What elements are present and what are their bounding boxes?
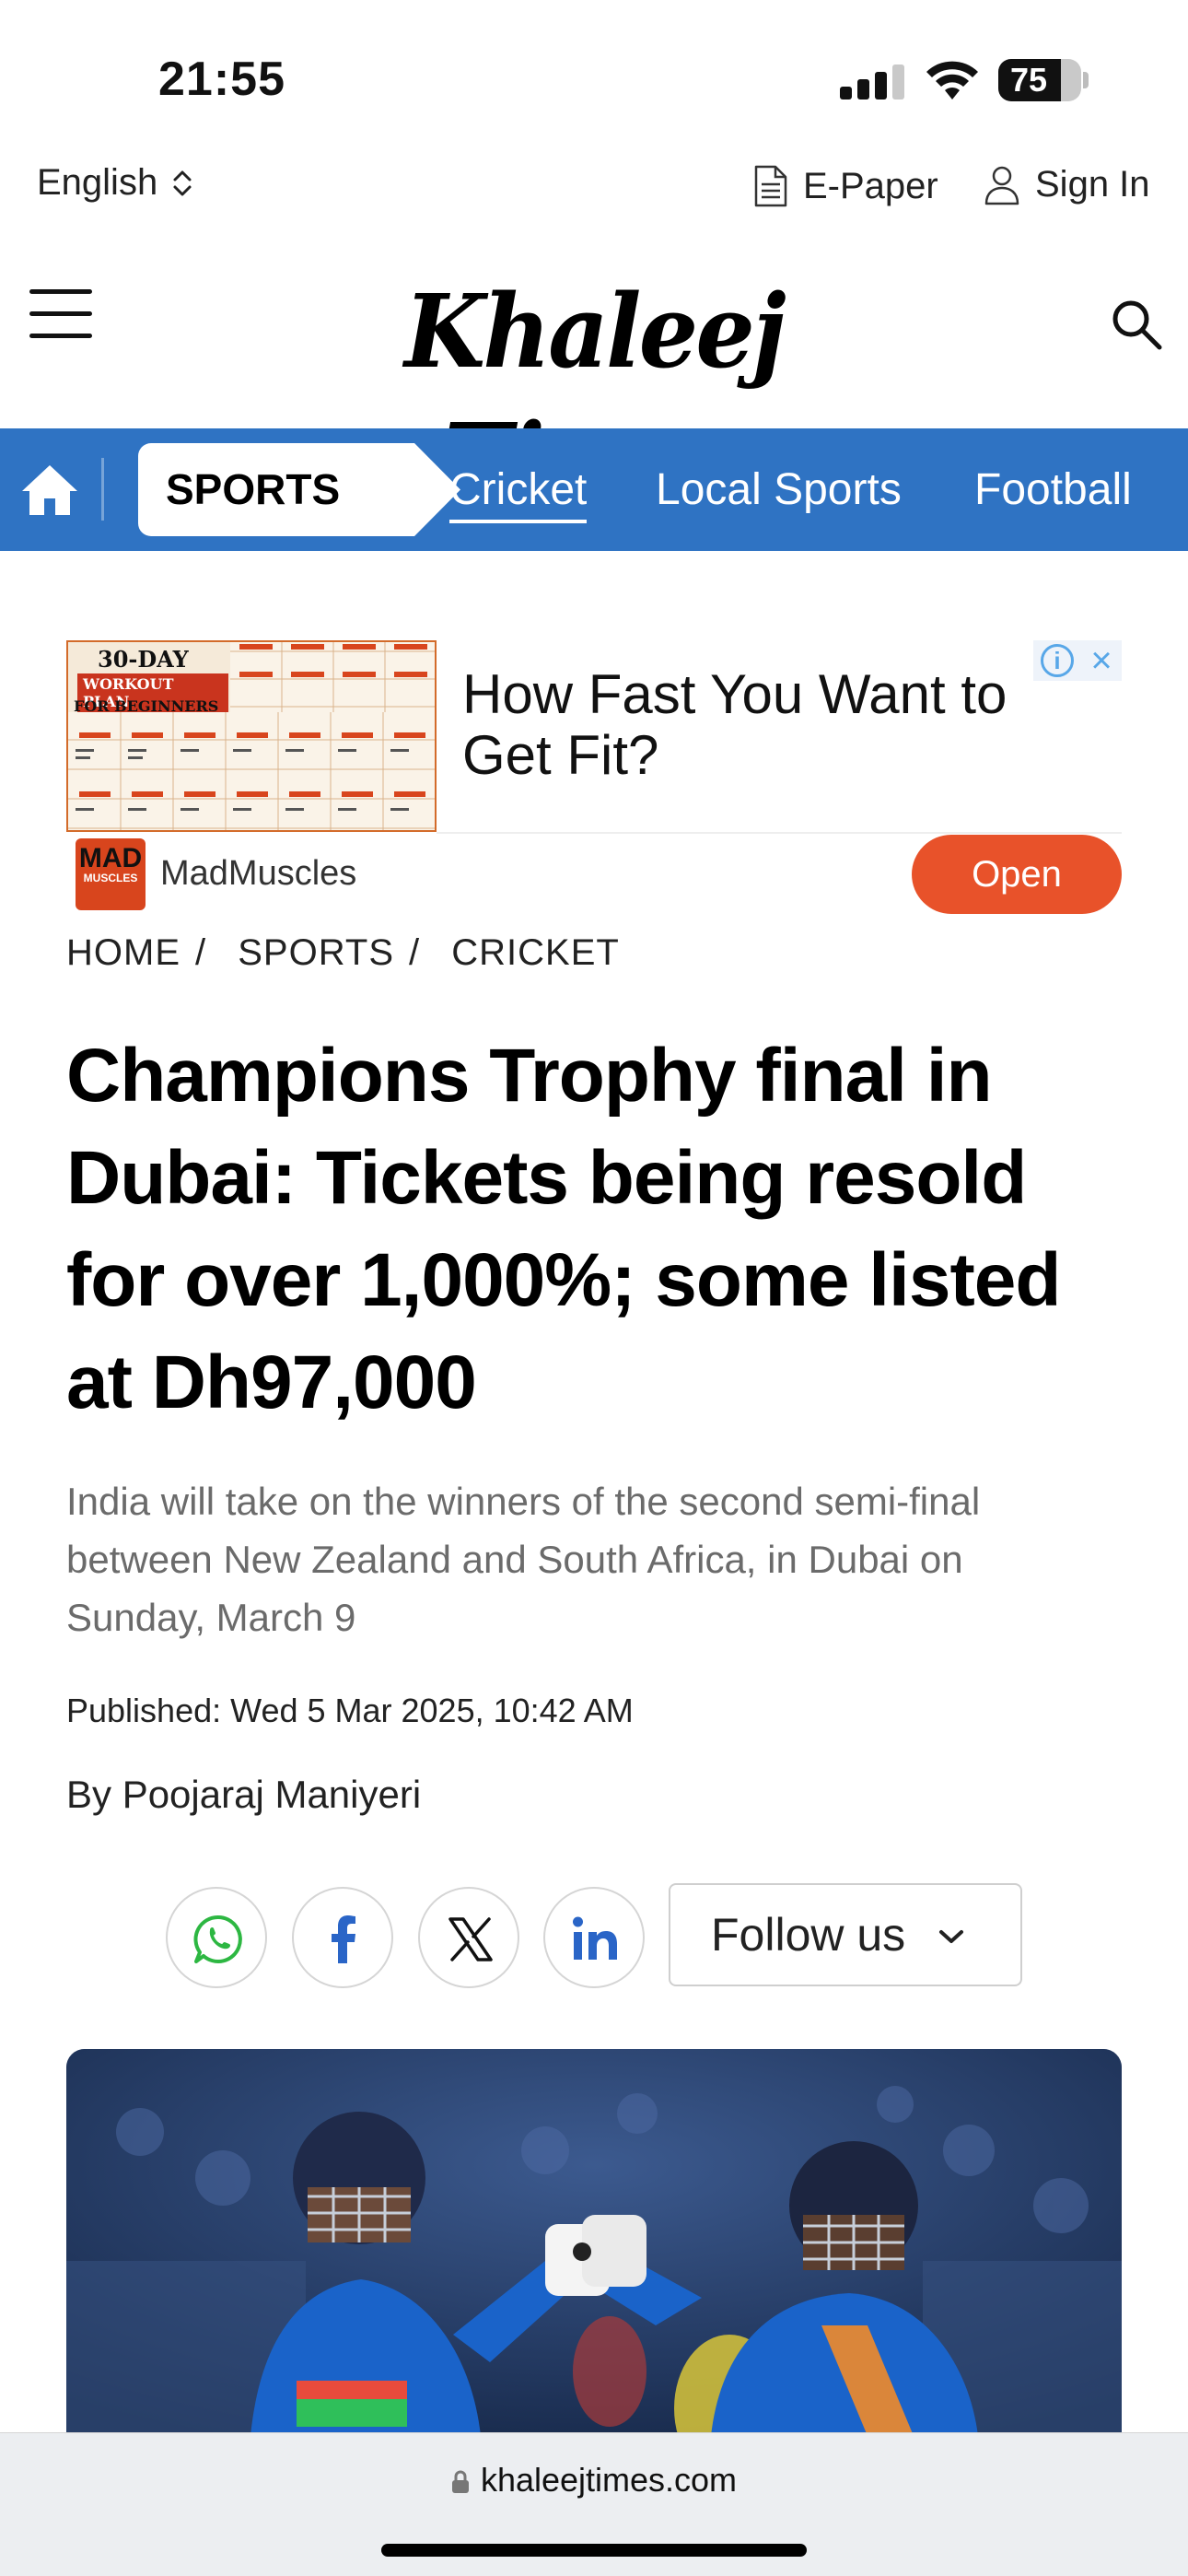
article-summary: India will take on the winners of the se… [66, 1480, 981, 1639]
chevron-down-icon [939, 1930, 963, 1943]
utility-bar: English E-Paper Sign In [0, 157, 1188, 249]
follow-us-label: Follow us [711, 1909, 906, 1961]
ad-info-icon[interactable]: i [1041, 644, 1074, 677]
byline-prefix: By [66, 1773, 112, 1816]
breadcrumb-cricket[interactable]: CRICKET [451, 932, 620, 973]
user-icon [984, 166, 1019, 205]
url-field[interactable]: khaleejtimes.com [0, 2461, 1188, 2500]
nav-link-football[interactable]: Football [974, 428, 1132, 551]
search-icon[interactable] [1109, 297, 1164, 352]
epaper-label: E-Paper [803, 165, 938, 206]
facebook-icon [332, 1915, 355, 1963]
battery-level: 75 [1009, 61, 1048, 99]
section-nav: SPORTS Cricket Local Sports Football [0, 428, 1188, 551]
url-text: khaleejtimes.com [480, 2461, 738, 2499]
nav-link-local-sports[interactable]: Local Sports [656, 428, 902, 551]
ad-thumbnail-grid-top [230, 642, 435, 712]
ad-thumbnail-title: 30-DAY WORKOUT PLAN FOR BEGINNERS [72, 646, 228, 715]
battery-tip [1083, 72, 1089, 88]
author-name[interactable]: Poojaraj Maniyeri [122, 1773, 421, 1816]
site-header: Khaleej Times [0, 249, 1188, 520]
status-bar: 21:55 75 [0, 0, 1188, 157]
breadcrumb-home[interactable]: HOME [66, 932, 181, 973]
breadcrumb-separator: / [195, 932, 207, 973]
section-label: SPORTS [166, 465, 341, 513]
language-label: English [37, 162, 158, 203]
chevron-up-down-icon [173, 170, 192, 195]
ad-open-button[interactable]: Open [912, 835, 1122, 914]
language-selector[interactable]: English [37, 162, 194, 204]
advertisement[interactable]: 30-DAY WORKOUT PLAN FOR BEGINNERS How Fa… [66, 640, 1122, 917]
cricket-players-photo [66, 2049, 1122, 2436]
signin-label: Sign In [1035, 164, 1150, 205]
home-indicator[interactable] [381, 2544, 807, 2557]
epaper-link[interactable]: E-Paper [753, 164, 938, 208]
wifi-icon [926, 61, 978, 100]
document-icon [754, 165, 787, 207]
lock-icon [451, 2470, 469, 2493]
ad-brand-logo: MAD MUSCLES [76, 838, 146, 910]
ad-thumbnail-grid [68, 712, 435, 830]
ad-choices[interactable]: i × [1033, 640, 1122, 681]
section-tag[interactable]: SPORTS [138, 443, 460, 536]
follow-us-button[interactable]: Follow us [669, 1883, 1022, 1986]
status-time: 21:55 [158, 53, 285, 106]
ad-headline[interactable]: How Fast You Want to Get Fit? [462, 664, 1089, 786]
share-x-button[interactable] [418, 1887, 519, 1988]
article-headline: Champions Trophy final in Dubai: Tickets… [66, 1034, 1061, 1424]
ad-close-icon[interactable]: × [1083, 642, 1120, 679]
breadcrumb: HOME / SPORTS / CRICKET [66, 932, 620, 974]
ad-divider [437, 832, 1122, 834]
browser-address-bar[interactable]: khaleejtimes.com [0, 2432, 1188, 2576]
site-logo[interactable]: Khaleej Times [302, 267, 887, 520]
ad-brand-name: MadMuscles [160, 854, 357, 893]
hamburger-menu-icon[interactable] [29, 289, 92, 341]
battery-icon: 75 [998, 59, 1081, 101]
share-linkedin-button[interactable] [543, 1887, 645, 1988]
cellular-signal-icon [840, 64, 904, 100]
home-icon[interactable] [20, 462, 79, 517]
signin-link[interactable]: Sign In [984, 164, 1150, 205]
breadcrumb-sports[interactable]: SPORTS [238, 932, 394, 973]
nav-divider [101, 458, 104, 521]
byline: By Poojaraj Maniyeri [66, 1773, 421, 1817]
nav-link-cricket[interactable]: Cricket [449, 428, 588, 551]
share-facebook-button[interactable] [292, 1887, 393, 1988]
linkedin-icon [573, 1916, 617, 1960]
whatsapp-icon [193, 1914, 242, 1963]
share-whatsapp-button[interactable] [166, 1887, 267, 1988]
ad-thumbnail: 30-DAY WORKOUT PLAN FOR BEGINNERS [66, 640, 437, 832]
article-hero-image [66, 2049, 1122, 2436]
publish-date: Published: Wed 5 Mar 2025, 10:42 AM [66, 1692, 634, 1729]
breadcrumb-separator: / [409, 932, 421, 973]
x-icon [448, 1917, 493, 1961]
